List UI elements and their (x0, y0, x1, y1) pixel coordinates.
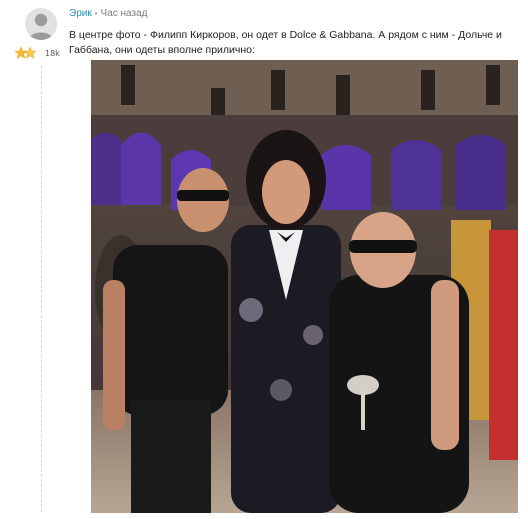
star-icon (15, 46, 37, 60)
avatar[interactable] (25, 8, 57, 40)
comment-header: Эрик • Час назад (69, 7, 148, 20)
comment-card: 18k Эрик • Час назад В центре фото - Фил… (0, 0, 528, 519)
header-separator: • (94, 9, 98, 18)
thread-divider (41, 66, 42, 512)
user-icon (25, 8, 57, 40)
photo-image (91, 60, 518, 513)
comment-photo[interactable] (91, 60, 518, 513)
comment-text: В центре фото - Филипп Киркоров, он одет… (69, 29, 502, 56)
author-name[interactable]: Эрик (69, 7, 92, 20)
user-rating: 18k (15, 46, 60, 60)
rating-count: 18k (45, 48, 60, 58)
comment-time: Час назад (100, 8, 148, 19)
